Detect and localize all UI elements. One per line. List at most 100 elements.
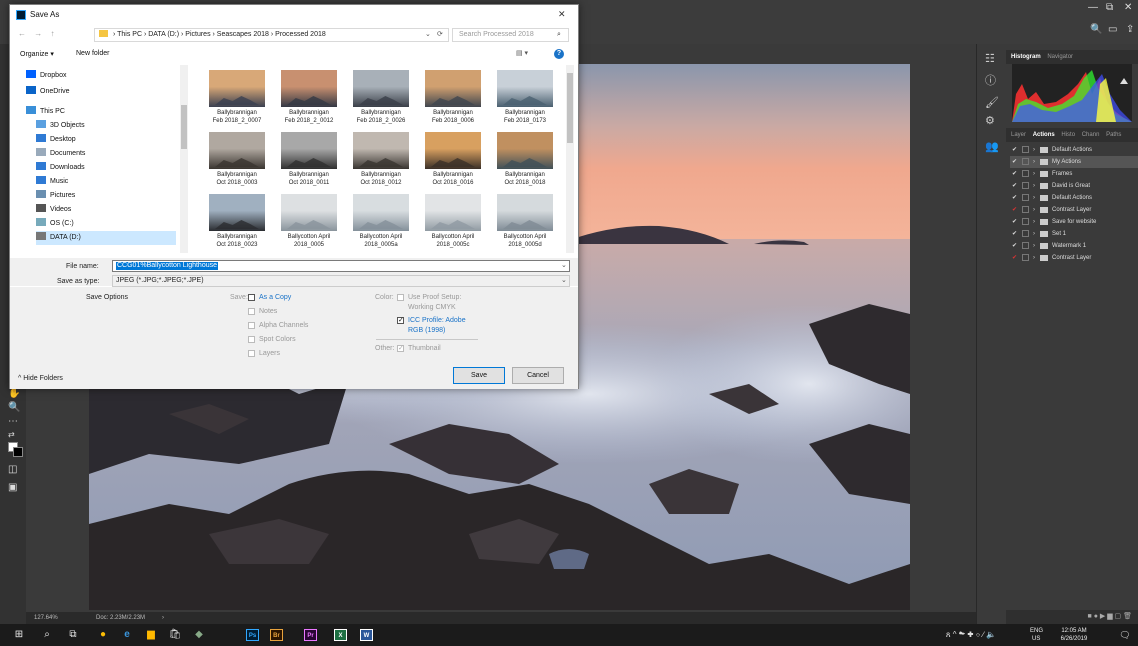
address-dropdown-icon[interactable]: ⌄ [425,29,431,41]
quick-mask-icon[interactable]: ◫ [8,464,17,475]
restore-icon[interactable]: ⧉ [1106,2,1113,13]
action-set-row[interactable]: ✔ › Frames [1010,168,1138,180]
taskbar-app-icon[interactable]: Pr [304,629,317,641]
action-toggle-check[interactable]: ✔ [1012,216,1017,228]
files-scroll-thumb[interactable] [567,73,573,143]
tab-histo[interactable]: Histo [1061,132,1075,138]
action-toggle-check[interactable]: ✔ [1012,156,1017,168]
file-tile[interactable]: Ballybrannigan Feb 2018_2_0026 [346,67,416,127]
new-folder-button[interactable]: New folder [76,50,109,57]
save-type-dropdown-icon[interactable]: ⌄ [561,276,567,284]
action-set-row[interactable]: ✔ › My Actions [1010,156,1138,168]
expand-icon[interactable]: › [1033,240,1035,252]
file-name-dropdown-icon[interactable]: ⌄ [561,261,567,269]
expand-icon[interactable]: › [1033,204,1035,216]
store-icon[interactable]: 🛍 [168,628,182,642]
tab-layer[interactable]: Layer [1011,132,1026,138]
swap-colors-icon[interactable]: ⇄ [8,430,15,439]
adjustments-icon[interactable]: ⚙ [985,114,995,127]
action-set-row[interactable]: ✔ › Contrast Layer [1010,204,1138,216]
start-icon[interactable]: ⊞ [12,628,26,642]
nav-item[interactable]: Pictures [36,189,75,203]
breadcrumb[interactable]: › This PC › DATA (D:) › Pictures › Seasc… [113,31,326,38]
nav-item[interactable]: OneDrive [26,85,70,99]
search-icon[interactable]: 🔍 [1090,24,1102,35]
chrome-icon[interactable]: ● [96,628,110,642]
nav-item[interactable]: Downloads [36,161,85,175]
language-indicator[interactable]: ENG US [1030,627,1043,643]
app-icon[interactable]: ◆ [192,628,206,642]
organize-button[interactable]: Organize ▾ [20,50,54,58]
notification-icon[interactable]: 🗨 [1118,628,1132,642]
tab-navigator[interactable]: Navigator [1047,54,1073,60]
screen-mode-icon[interactable]: ▣ [8,482,17,493]
action-set-row[interactable]: ✔ › Set 1 [1010,228,1138,240]
zoom-tool-icon[interactable]: 🔍 [8,402,20,413]
file-tile[interactable]: Ballycotton April 2018_0005a [346,191,416,251]
more-tools-icon[interactable]: ⋯ [8,416,18,427]
dialog-title-bar[interactable]: Save As ✕ [10,5,578,25]
brush-icon[interactable]: 🖌 [985,96,999,109]
help-icon[interactable]: ? [554,49,564,59]
action-toggle-check[interactable]: ✔ [1012,192,1017,204]
hand-tool-icon[interactable]: ✋ [8,388,20,399]
action-toggle-check[interactable]: ✔ [1012,204,1017,216]
view-options-icon[interactable]: ▤ ▾ [516,49,528,57]
files-scrollbar[interactable] [566,65,574,253]
expand-icon[interactable]: › [1033,216,1035,228]
hide-folders-button[interactable]: ^ Hide Folders [18,375,63,382]
action-toggle-check[interactable]: ✔ [1012,252,1017,264]
dialog-toggle-box[interactable] [1022,182,1029,189]
taskbar-app-icon[interactable]: W [360,629,373,641]
expand-icon[interactable]: › [1033,228,1035,240]
minimize-icon[interactable]: — [1088,2,1098,13]
status-arrow-icon[interactable]: › [162,612,164,624]
file-tile[interactable]: Ballybrannigan Feb 2018_2_0012 [274,67,344,127]
action-toggle-check[interactable]: ✔ [1012,144,1017,156]
action-toggle-check[interactable]: ✔ [1012,240,1017,252]
refresh-icon[interactable]: ⟳ [437,29,443,41]
properties-icon[interactable]: ☷ [985,52,995,65]
file-tile[interactable]: Ballybrannigan Oct 2018_0016 [418,129,488,189]
actions-footer[interactable]: ■ ● ▶ ▆ ▢ 🗑 [1006,610,1138,624]
system-tray-icons[interactable]: ጸ ^ ☁ ✚ ⌔ ∕ 🔈 [926,628,1016,642]
tab-paths[interactable]: Paths [1106,132,1121,138]
dialog-toggle-box[interactable] [1022,158,1029,165]
action-set-row[interactable]: ✔ › Save for website [1010,216,1138,228]
close-icon[interactable]: ✕ [558,9,566,20]
as-copy-checkbox[interactable] [248,294,255,301]
dialog-toggle-box[interactable] [1022,170,1029,177]
taskbar-app-icon[interactable]: Br [270,629,283,641]
file-tile[interactable]: Ballycotton April 2018_0005d [490,191,560,251]
nav-item[interactable]: Dropbox [26,69,66,83]
cancel-button[interactable]: Cancel [512,367,564,384]
dialog-toggle-box[interactable] [1022,194,1029,201]
expand-icon[interactable]: › [1033,180,1035,192]
nav-arrows-icon[interactable]: ← → ↑ [18,29,57,38]
background-color-swatch[interactable] [13,447,23,457]
save-button[interactable]: Save [453,367,505,384]
file-tile[interactable]: Ballybrannigan Feb 2018_2_0007 [202,67,272,127]
action-toggle-check[interactable]: ✔ [1012,228,1017,240]
file-tile[interactable]: Ballycotton April 2018_0005 [274,191,344,251]
spot-colors-checkbox[interactable] [248,336,255,343]
close-icon[interactable]: ✕ [1124,2,1132,13]
file-tile[interactable]: Ballycotton April 2018_0005c [418,191,488,251]
nav-item[interactable]: This PC [26,105,65,119]
taskbar-app-icon[interactable]: Ps [246,629,259,641]
search-icon[interactable]: ⌕ [40,628,54,642]
dialog-toggle-box[interactable] [1022,254,1029,261]
file-tile[interactable]: Ballybrannigan Oct 2018_0018 [490,129,560,189]
file-tile[interactable]: Ballybrannigan Oct 2018_0003 [202,129,272,189]
search-icon[interactable]: ⌕ [557,29,561,41]
action-toggle-check[interactable]: ✔ [1012,168,1017,180]
file-tile[interactable]: Ballybrannigan Oct 2018_0023 [202,191,272,251]
share-icon[interactable]: ⇪ [1126,24,1134,35]
nav-item[interactable]: Videos [36,203,71,217]
action-set-row[interactable]: ✔ › Watermark 1 [1010,240,1138,252]
dialog-toggle-box[interactable] [1022,206,1029,213]
address-bar[interactable]: › This PC › DATA (D:) › Pictures › Seasc… [94,28,449,42]
nav-item[interactable]: OS (C:) [36,217,74,231]
action-set-row[interactable]: ✔ › Default Actions [1010,144,1138,156]
nav-item[interactable]: DATA (D:) [36,231,176,245]
